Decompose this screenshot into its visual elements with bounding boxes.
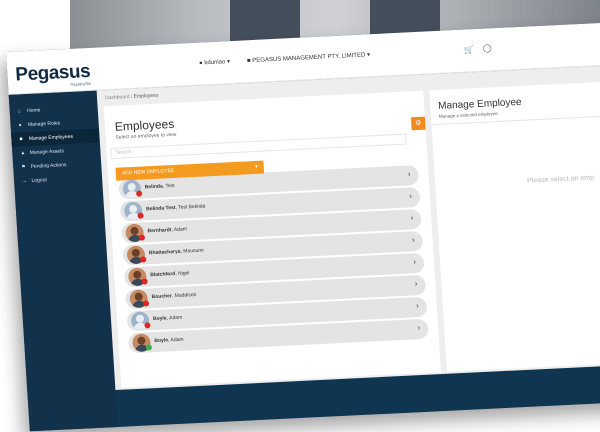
sidebar-item-logout[interactable]: → Logout [14,170,103,188]
error-badge-icon [141,278,148,285]
error-badge-icon [142,300,150,307]
breadcrumb: Dashboard / Employees [105,93,159,102]
manage-employee-panel: Manage Employee Manage a selected employ… [429,79,600,372]
gear-icon: ⚙ [414,119,422,128]
employee-name: Belinda Test, Test Belinda [145,203,206,213]
user-menu[interactable]: ● kdunlao ▾ [199,58,230,67]
chevron-right-icon: › [415,301,420,311]
add-employee-label: ADD NEW EMPLOYEE [121,167,175,177]
breadcrumb-separator: / [130,93,133,100]
breadcrumb-current: Employees [133,92,159,100]
employees-panel: Employees Select an employee to view ⚙ B… [103,90,441,388]
error-badge-icon [140,256,147,263]
chevron-right-icon: › [407,169,411,179]
company-name: PEGASUS MANAGEMENT PTY. LIMITED [252,52,366,64]
manage-subtitle: Manage a selected employee [438,111,498,119]
chevron-down-icon: ▾ [226,59,231,66]
sidebar-item-label: Pending Actions [30,162,67,170]
chevron-down-icon: ▾ [255,163,258,170]
sidebar-item-label: Home [26,107,41,115]
asset-icon: ▲ [20,150,26,157]
employee-name: Bernhardt, Adam [147,226,188,235]
sidebar-item-label: Manage Assets [29,148,65,156]
employee-name: Blatchford, Nigel [150,270,190,279]
error-badge-icon [137,212,144,219]
page-title: Employees [114,116,175,134]
settings-button[interactable]: ⚙ [410,116,426,131]
employee-name: Boyle, Adam [152,314,183,323]
app-window: Pegasus Regulating Risk ● kdunlao ▾ ■ PE… [6,20,600,432]
chevron-right-icon: › [417,323,421,333]
sidebar-item-label: Manage Employees [28,133,74,142]
user-name: kdunlao [204,59,226,67]
users-icon: ● [18,122,22,129]
company-menu[interactable]: ■ PEGASUS MANAGEMENT PTY. LIMITED ▾ [247,51,370,64]
sidebar-item-label: Logout [31,177,48,184]
chevron-right-icon: › [410,213,414,223]
employee-name: Belinda, Test [144,182,175,191]
main-content: Dashboard / Employees Employees Select a… [96,63,600,391]
employee-icon: ■ [19,136,23,143]
bank-icon: ■ [246,58,251,65]
employee-name: Bhattacharya, Mousumi [148,247,204,257]
ok-badge-icon [145,344,153,351]
chevron-right-icon: › [414,279,418,289]
error-badge-icon [138,234,146,241]
chevron-right-icon: › [413,257,417,267]
cart-icon[interactable]: 🛒 [464,45,475,54]
employee-name: Boucher, Maddison [151,291,197,301]
chevron-right-icon: › [411,235,415,245]
pending-icon: ⚑ [21,164,26,171]
error-badge-icon [144,322,151,329]
bell-icon[interactable]: ◯ [482,43,492,52]
logo[interactable]: Pegasus Regulating Risk [15,61,91,90]
chevron-down-icon: ▾ [366,52,371,59]
error-badge-icon [135,190,143,197]
empty-state-text: Please select an emp [526,174,595,185]
sidebar-item-label: Manage Roles [27,120,61,128]
breadcrumb-root[interactable]: Dashboard [105,94,130,101]
employee-name: Boyle, Adam [154,336,184,345]
home-icon: ⌂ [17,108,21,115]
manage-title: Manage Employee [437,96,522,112]
employee-list: Belinda, Test › Belinda Test, Test Belin… [118,157,429,355]
chevron-right-icon: › [408,191,413,201]
user-icon: ● [198,60,203,67]
logout-icon: → [21,178,28,185]
